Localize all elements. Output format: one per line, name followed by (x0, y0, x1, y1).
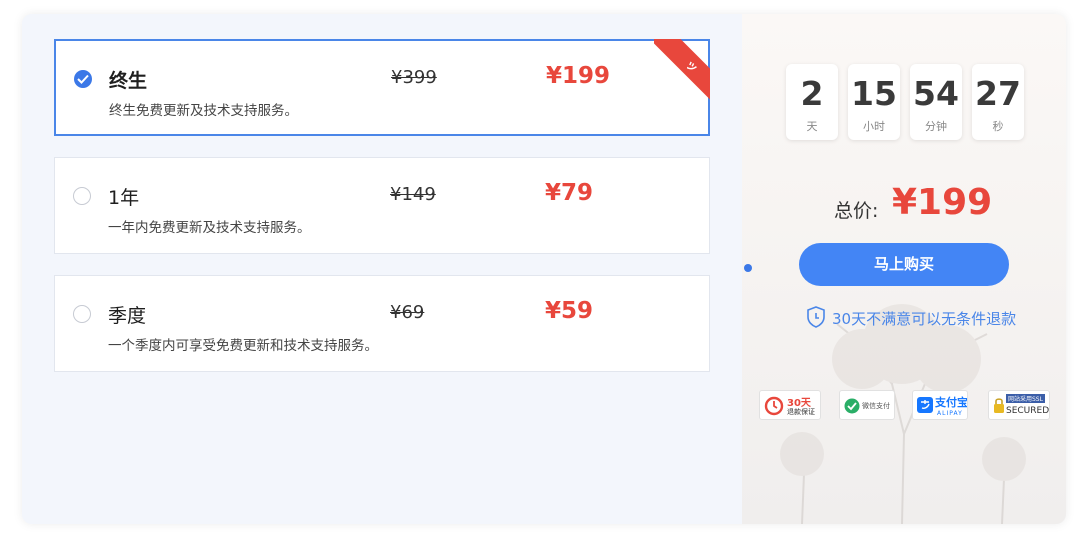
original-price: ¥69 (390, 302, 425, 323)
radio-unchecked-icon[interactable] (73, 187, 91, 205)
countdown-seconds: 27 秒 (972, 64, 1024, 140)
plan-list: 终生 终生免费更新及技术支持服务。 ¥399 ¥199 ッ 1年 一年内免费更新… (22, 14, 742, 524)
purchase-panel: 终生 终生免费更新及技术支持服务。 ¥399 ¥199 ッ 1年 一年内免费更新… (22, 14, 1066, 524)
wechat-pay-badge: 微信支付 (839, 390, 895, 420)
countdown-minutes: 54 分钟 (910, 64, 962, 140)
refund-badge-subtitle: 退款保证 (787, 408, 815, 416)
sale-price: ¥199 (546, 63, 611, 89)
countdown-value: 2 (800, 74, 824, 113)
panel-divider-dot (744, 264, 752, 272)
plan-description: 终生免费更新及技术支持服务。 (109, 103, 298, 119)
plan-description: 一个季度内可享受免费更新和技术支持服务。 (108, 338, 378, 354)
wechat-pay-label: 微信支付 (862, 402, 890, 410)
countdown-unit: 秒 (992, 120, 1004, 133)
countdown-hours: 15 小时 (848, 64, 900, 140)
plan-option-quarter[interactable]: 季度 一个季度内可享受免费更新和技术支持服务。 ¥69 ¥59 (54, 275, 710, 372)
alipay-label: 支付宝 (935, 396, 968, 409)
checkout-sidebar: 2 天 15 小时 54 分钟 27 秒 总价: ¥199 马上购买 30天不满… (742, 14, 1066, 524)
plan-name: 季度 (108, 305, 147, 327)
plan-name: 终生 (109, 70, 148, 92)
alipay-badge: 支付宝 ALIPAY (912, 390, 968, 420)
plan-option-1year[interactable]: 1年 一年内免费更新及技术支持服务。 ¥149 ¥79 (54, 157, 710, 254)
radio-unchecked-icon[interactable] (73, 305, 91, 323)
promo-ribbon: ッ (654, 39, 710, 101)
ribbon-label: ッ (654, 39, 710, 101)
refund-clock-icon (764, 396, 784, 416)
sale-price: ¥79 (545, 180, 594, 206)
original-price: ¥399 (391, 67, 437, 88)
countdown-days: 2 天 (786, 64, 838, 140)
countdown-value: 54 (913, 74, 959, 113)
plan-description: 一年内免费更新及技术支持服务。 (108, 220, 311, 236)
ssl-secured-badge: 网站采用SSL SECURED (988, 390, 1050, 420)
original-price: ¥149 (390, 184, 436, 205)
alipay-sub-label: ALIPAY (937, 410, 963, 417)
wechat-pay-icon (844, 398, 860, 414)
lock-icon (994, 398, 1004, 413)
countdown-timer: 2 天 15 小时 54 分钟 27 秒 (786, 64, 1026, 140)
shield-clock-icon (807, 306, 825, 328)
guarantee-text: 30天不满意可以无条件退款 (832, 310, 1017, 328)
countdown-unit: 小时 (863, 120, 885, 133)
radio-checked-icon[interactable] (74, 70, 92, 88)
countdown-value: 27 (975, 74, 1021, 113)
refund-badge: 30天 退款保证 (759, 390, 821, 420)
plan-option-lifetime[interactable]: 终生 终生免费更新及技术支持服务。 ¥399 ¥199 ッ (54, 39, 710, 136)
ssl-badge-title: 网站采用SSL (1006, 394, 1045, 403)
countdown-value: 15 (851, 74, 897, 113)
buy-now-button[interactable]: 马上购买 (799, 243, 1009, 286)
countdown-unit: 分钟 (925, 120, 947, 133)
plan-name: 1年 (108, 187, 140, 209)
countdown-unit: 天 (806, 120, 818, 133)
total-label: 总价: (834, 200, 879, 222)
sale-price: ¥59 (545, 298, 594, 324)
alipay-icon (917, 397, 933, 413)
ssl-badge-label: SECURED (1006, 406, 1050, 416)
total-price: ¥199 (892, 182, 993, 223)
